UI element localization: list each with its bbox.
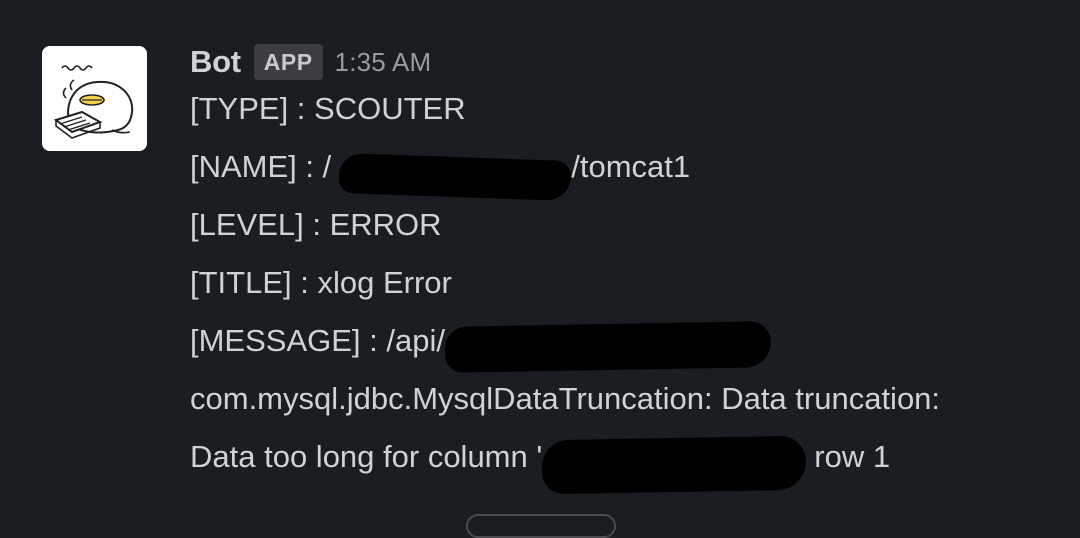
- detail-line: Data too long for column ' row 1: [190, 432, 1050, 495]
- level-value: ERROR: [329, 207, 442, 242]
- message-line: [MESSAGE] : /api/: [190, 316, 1050, 374]
- title-line: [TITLE] : xlog Error: [190, 258, 1050, 316]
- name-suffix: /tomcat1: [571, 149, 691, 184]
- detail-prefix: Data too long for column ': [190, 439, 543, 475]
- bird-reading-book-icon: [42, 46, 147, 151]
- app-badge: APP: [253, 44, 323, 80]
- message-label: [MESSAGE] :: [190, 323, 387, 358]
- message-header: Bot APP 1:35 AM: [190, 40, 431, 84]
- type-label: [TYPE] :: [190, 91, 315, 126]
- type-line: [TYPE] : SCOUTER: [190, 84, 1050, 142]
- bot-avatar[interactable]: [42, 46, 147, 151]
- level-line: [LEVEL] : ERROR: [190, 200, 1050, 258]
- type-value: SCOUTER: [314, 91, 466, 126]
- redaction-mark: [444, 320, 772, 373]
- name-prefix: /: [322, 149, 332, 184]
- redaction-mark: [338, 152, 572, 201]
- message-timestamp[interactable]: 1:35 AM: [335, 47, 432, 78]
- level-label: [LEVEL] :: [190, 207, 330, 242]
- name-line: [NAME] : / /tomcat1: [190, 142, 1050, 201]
- message-body: [TYPE] : SCOUTER [NAME] : / /tomcat1 [LEV…: [190, 84, 1050, 495]
- chat-message: Bot APP 1:35 AM [TYPE] : SCOUTER [NAME] …: [0, 0, 1080, 538]
- name-label: [NAME] :: [190, 149, 323, 184]
- detail-suffix: row 1: [814, 439, 891, 475]
- message-value: /api/: [386, 323, 445, 358]
- author-name[interactable]: Bot: [190, 44, 241, 80]
- redaction-mark: [541, 435, 807, 495]
- exception-text: com.mysql.jdbc.MysqlDataTruncation: Data…: [190, 381, 941, 416]
- title-value: xlog Error: [317, 265, 452, 300]
- title-label: [TITLE] :: [190, 265, 318, 300]
- exception-line: com.mysql.jdbc.MysqlDataTruncation: Data…: [190, 374, 1050, 432]
- reaction-pill[interactable]: [466, 514, 616, 538]
